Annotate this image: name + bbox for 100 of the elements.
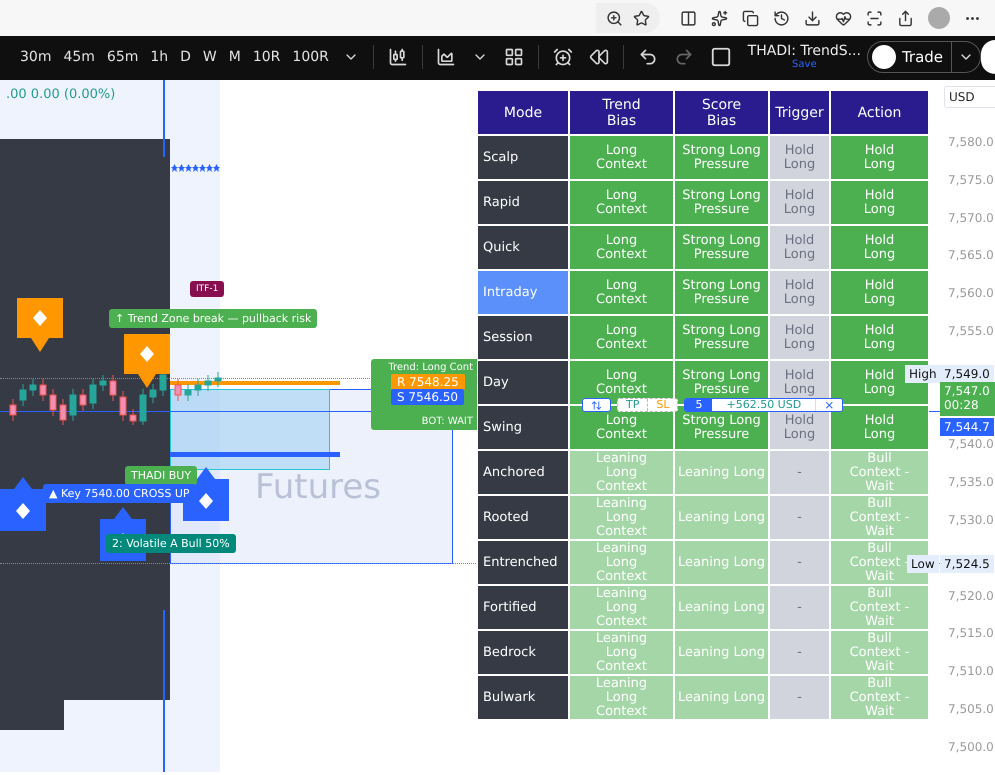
trade-button[interactable]: Trade [866,40,952,72]
table-cell: Strong Long Pressure [674,225,769,270]
table-cell: Strong Long Pressure [674,270,769,315]
mode-cell[interactable]: Entrenched [477,540,569,585]
price-tick: 7,510.0 [948,664,994,678]
share-icon[interactable] [897,10,914,26]
price-tick: 7,505.0 [948,702,994,716]
stars-drawing [171,164,221,172]
table-cell: Strong Long Pressure [674,180,769,225]
table-cell: Hold Long [830,135,929,180]
candle [10,398,16,422]
interval-button[interactable]: 45m [57,48,101,64]
trade-menu-button[interactable] [952,40,982,72]
resistance-price: R 7548.25 [391,374,465,390]
price-tick: 7,540.0 [948,437,994,452]
mode-cell[interactable]: Quick [477,225,569,270]
currency-selector[interactable]: USD [944,86,995,108]
table-cell: Long Context [569,315,674,360]
trend-zone-label: ↑ Trend Zone break — pullback risk [109,309,318,328]
table-cell: - [769,630,830,675]
table-cell: Leaning Long [674,540,769,585]
screenshot-icon[interactable] [866,10,883,26]
candle [204,374,212,392]
reverse-button[interactable] [582,398,611,412]
candle [40,378,46,402]
interval-button[interactable]: D [174,48,197,64]
table-cell: Leaning Long Context [569,585,674,630]
mode-cell[interactable]: Rooted [477,495,569,540]
price-tick: 7,575.0 [948,172,994,187]
price-tick: 7,570.0 [948,210,994,225]
table-cell: - [769,585,830,630]
table-cell: Bull Context - Wait [830,585,929,630]
interval-button[interactable]: 65m [100,48,144,64]
price-tick: 7,500.0 [948,740,994,754]
mode-cell[interactable]: Anchored [477,450,569,495]
mode-cell[interactable]: Bulwark [477,675,569,720]
price-tick: 7,555.0 [948,324,994,338]
candle [80,388,86,412]
chart-title[interactable]: THADI: TrendS... [748,43,861,59]
high-price: 7,549.0 [940,365,994,383]
star-icon[interactable] [633,10,650,26]
mode-cell[interactable]: Day [477,360,569,405]
mode-cell[interactable]: Swing [477,405,569,450]
price-tick: 7,530.0 [948,513,994,527]
mode-cell[interactable]: Fortified [477,585,569,630]
column-header: Trend Bias [569,90,674,135]
quantity: 5 [685,399,712,411]
key-cross-label: ▲ Key 7540.00 CROSS UP [43,484,196,503]
low-label: Low [907,555,939,573]
support-price: S 7546.50 [391,389,464,405]
mode-cell[interactable]: Scalp [477,135,569,180]
favorites-icon[interactable] [711,10,728,26]
swap-icon [591,400,602,410]
column-header: Score Bias [674,90,769,135]
collections-icon[interactable] [742,10,759,26]
table-cell: - [769,540,830,585]
interval-button[interactable]: 1h [144,48,174,64]
table-cell: Leaning Long Context [569,450,674,495]
high-label: High [905,365,941,383]
interval-button[interactable]: 10R [246,48,286,64]
table-cell: Strong Long Pressure [674,135,769,180]
interval-button[interactable]: W [196,48,223,64]
table-cell: Hold Long [830,180,929,225]
candle [174,378,182,402]
table-cell: Leaning Long Context [569,540,674,585]
zoom-icon[interactable] [606,10,623,26]
table-cell: Leaning Long [674,495,769,540]
mode-cell[interactable]: Bedrock [477,630,569,675]
table-cell: Hold Long [769,225,830,270]
table-cell: Hold Long [830,315,929,360]
candle [150,384,156,404]
interval-button[interactable]: 100R [286,48,335,64]
history-icon[interactable] [773,10,790,26]
candle [194,378,202,396]
table-cell: - [769,675,830,720]
mode-cell[interactable]: Rapid [477,180,569,225]
close-button[interactable]: × [815,399,842,411]
price-tick: 7,560.0 [948,286,994,300]
column-header: Action [830,90,929,135]
column-header: Mode [477,90,569,135]
trend-text: Trend: Long Cont [388,362,473,373]
heartbeat-icon[interactable] [835,10,852,26]
table-cell: Leaning Long [674,585,769,630]
table-cell: Long Context [569,225,674,270]
mode-cell[interactable]: Session [477,315,569,360]
split-screen-icon[interactable] [680,10,697,26]
logo-icon [872,44,896,68]
interval-button[interactable]: M [222,48,247,64]
bot-status: BOT: WAIT [422,416,473,427]
candle [50,388,56,416]
save-link[interactable]: Save [792,59,817,70]
table-cell: - [769,450,830,495]
candle [60,398,66,425]
candle [20,384,26,406]
interval-button[interactable]: 30m [14,48,58,64]
diamond-marker-icon [17,298,63,354]
table-cell: Leaning Long Context [569,495,674,540]
table-cell: Bull Context - Wait [830,450,929,495]
download-icon[interactable] [804,10,821,26]
price-tick: 7,535.0 [948,475,994,490]
